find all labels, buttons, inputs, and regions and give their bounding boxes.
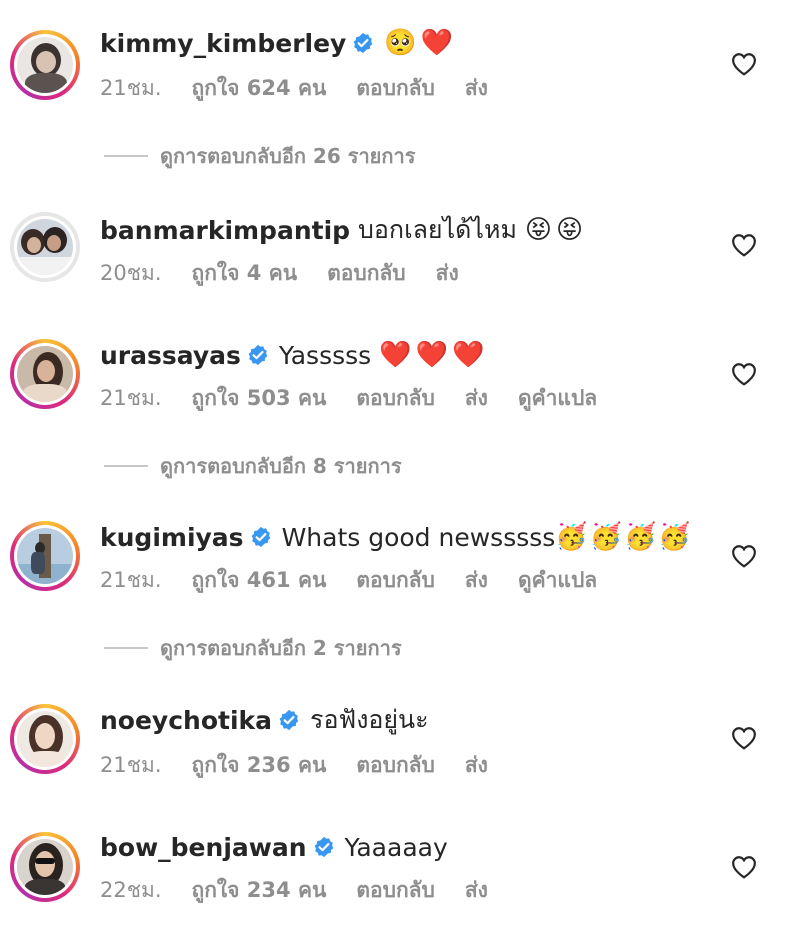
view-more-replies[interactable]: ดูการตอบกลับอีก 2 รายการ bbox=[104, 633, 402, 663]
heart-outline-icon[interactable] bbox=[731, 726, 757, 750]
reply-button[interactable]: ตอบกลับ bbox=[356, 564, 435, 597]
send-button[interactable]: ส่ง bbox=[465, 874, 488, 907]
partying-face-emoji: 🥳 bbox=[658, 522, 691, 552]
username[interactable]: kimmy_kimberley bbox=[100, 29, 346, 58]
comment-text: Whats good newsssss bbox=[281, 522, 556, 552]
translate-button[interactable]: ดูคำแปล bbox=[518, 564, 597, 597]
view-replies-label: ดูการตอบกลับอีก 2 รายการ bbox=[160, 636, 402, 660]
avatar[interactable] bbox=[10, 832, 80, 902]
likes-count[interactable]: ถูกใจ 4 คน bbox=[192, 257, 298, 290]
heart-outline-icon[interactable] bbox=[731, 233, 757, 257]
partying-face-emoji: 🥳 bbox=[555, 522, 588, 552]
heart-outline-icon[interactable] bbox=[731, 855, 757, 879]
verified-badge-icon bbox=[279, 709, 299, 731]
heart-outline-icon[interactable] bbox=[731, 362, 757, 386]
send-button[interactable]: ส่ง bbox=[465, 564, 488, 597]
likes-count[interactable]: ถูกใจ 236 คน bbox=[192, 749, 327, 782]
send-button[interactable]: ส่ง bbox=[465, 382, 488, 415]
comment-emojis: ❤️ ❤️ ❤️ bbox=[379, 340, 484, 370]
pleading-face-emoji: 🥺 bbox=[384, 28, 417, 58]
partying-face-emoji: 🥳 bbox=[589, 522, 623, 552]
red-heart-emoji: ❤️ bbox=[415, 340, 448, 370]
divider-line bbox=[104, 465, 148, 467]
avatar[interactable] bbox=[10, 339, 80, 409]
avatar[interactable] bbox=[10, 212, 80, 282]
avatar[interactable] bbox=[10, 521, 80, 591]
verified-badge-icon bbox=[248, 344, 268, 366]
reply-button[interactable]: ตอบกลับ bbox=[356, 382, 435, 415]
comment-time: 21ชม. bbox=[100, 567, 162, 592]
verified-badge-icon bbox=[314, 836, 333, 858]
reply-button[interactable]: ตอบกลับ bbox=[356, 749, 435, 782]
comment-text: Yasssss bbox=[278, 340, 372, 370]
heart-outline-icon[interactable] bbox=[731, 544, 757, 568]
squinting-tongue-emoji: 😝 bbox=[524, 215, 553, 245]
likes-count[interactable]: ถูกใจ 461 คน bbox=[192, 564, 327, 597]
comment-text: บอกเลยได้ไหม bbox=[358, 215, 517, 244]
view-replies-label: ดูการตอบกลับอีก 8 รายการ bbox=[160, 454, 402, 478]
comment-time: 20ชม. bbox=[100, 260, 162, 285]
divider-line bbox=[104, 647, 148, 649]
divider-line bbox=[104, 155, 148, 157]
verified-badge-icon bbox=[353, 32, 373, 54]
comment-emojis: 🥳 🥳 🥳 🥳 bbox=[555, 522, 691, 552]
likes-count[interactable]: ถูกใจ 503 คน bbox=[192, 382, 327, 415]
red-heart-emoji: ❤️ bbox=[379, 340, 412, 370]
red-heart-emoji: ❤️ bbox=[420, 28, 454, 58]
view-replies-label: ดูการตอบกลับอีก 26 รายการ bbox=[160, 144, 416, 168]
username[interactable]: noeychotika bbox=[100, 706, 272, 735]
comment-time: 21ชม. bbox=[100, 752, 162, 777]
view-more-replies[interactable]: ดูการตอบกลับอีก 8 รายการ bbox=[104, 451, 402, 481]
comment-emojis: 🥺 ❤️ bbox=[384, 28, 453, 58]
comment-emojis: 😝 😝 bbox=[525, 215, 583, 245]
username[interactable]: kugimiyas bbox=[100, 523, 244, 552]
reply-button[interactable]: ตอบกลับ bbox=[327, 257, 406, 290]
send-button[interactable]: ส่ง bbox=[465, 749, 488, 782]
red-heart-emoji: ❤️ bbox=[451, 340, 485, 370]
comments-feed: kimmy_kimberley 🥺 ❤️ 21ชม. ถูกใจ 624 คน … bbox=[0, 0, 800, 925]
comment-time: 21ชม. bbox=[100, 75, 162, 100]
avatar[interactable] bbox=[10, 30, 80, 100]
comment-time: 22ชม. bbox=[100, 877, 162, 902]
verified-badge-icon bbox=[251, 526, 270, 548]
send-button[interactable]: ส่ง bbox=[465, 72, 488, 105]
comment-time: 21ชม. bbox=[100, 385, 162, 410]
username[interactable]: urassayas bbox=[100, 341, 241, 370]
likes-count[interactable]: ถูกใจ 624 คน bbox=[192, 72, 327, 105]
comment-text: รอฟังอยู่นะ bbox=[310, 705, 429, 734]
reply-button[interactable]: ตอบกลับ bbox=[356, 72, 435, 105]
view-more-replies[interactable]: ดูการตอบกลับอีก 26 รายการ bbox=[104, 141, 415, 171]
comment-text: Yaaaaay bbox=[344, 832, 448, 862]
username[interactable]: banmarkimpantip bbox=[100, 216, 350, 245]
partying-face-emoji: 🥳 bbox=[624, 522, 657, 552]
heart-outline-icon[interactable] bbox=[731, 52, 757, 76]
username[interactable]: bow_benjawan bbox=[100, 833, 307, 862]
reply-button[interactable]: ตอบกลับ bbox=[356, 874, 435, 907]
avatar[interactable] bbox=[10, 704, 80, 774]
squinting-tongue-emoji: 😝 bbox=[556, 215, 584, 245]
likes-count[interactable]: ถูกใจ 234 คน bbox=[192, 874, 327, 907]
translate-button[interactable]: ดูคำแปล bbox=[518, 382, 597, 415]
send-button[interactable]: ส่ง bbox=[436, 257, 459, 290]
